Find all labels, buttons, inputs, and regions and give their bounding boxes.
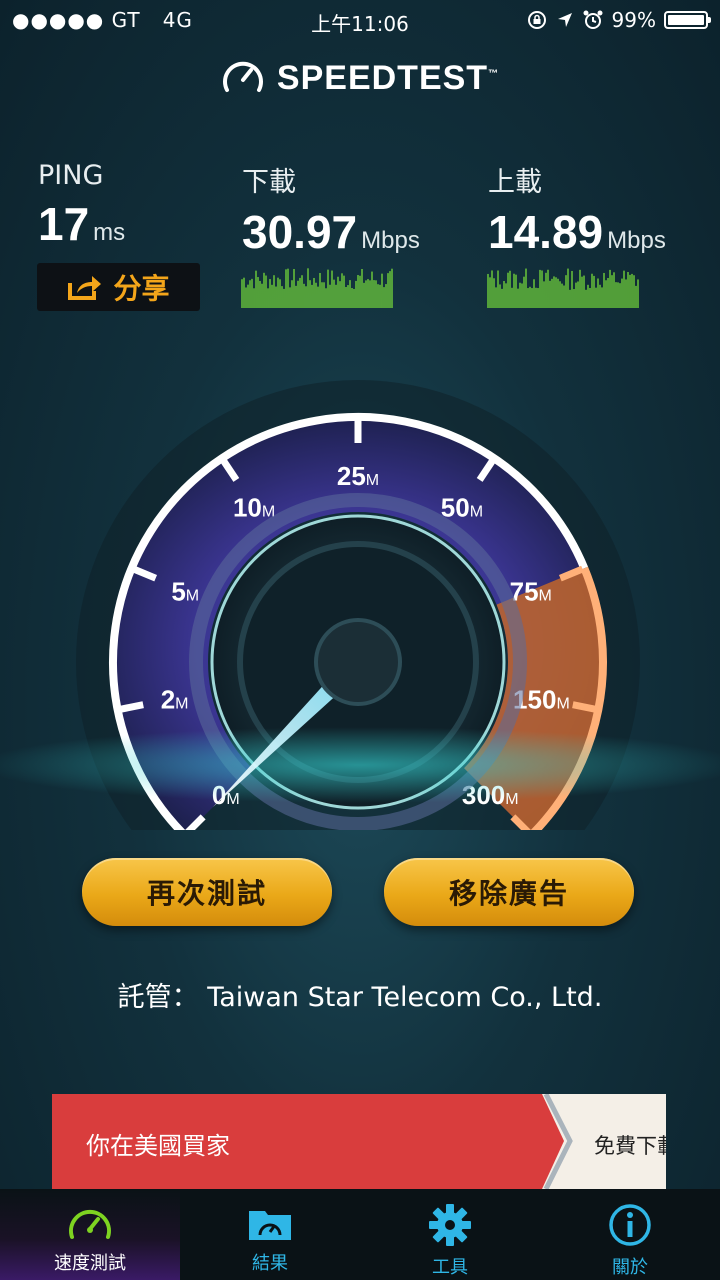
ping-value: 17 ms — [38, 198, 126, 250]
host-info: 託管： Taiwan Star Telecom Co., Ltd. — [0, 975, 720, 1014]
battery-percent: 99% — [611, 8, 656, 32]
tab-results[interactable]: 結果 — [180, 1189, 360, 1280]
share-icon — [68, 276, 102, 300]
results-folder-icon — [249, 1211, 291, 1240]
retest-button[interactable]: 再次測試 — [82, 858, 332, 926]
host-name: Taiwan Star Telecom Co., Ltd. — [207, 982, 603, 1013]
upload-metric: 上載 14.89 Mbps — [488, 160, 666, 255]
remove-ads-button[interactable]: 移除廣告 — [384, 858, 634, 926]
download-unit: Mbps — [361, 227, 420, 254]
speedtest-logo: SPEEDTEST™ — [0, 58, 720, 98]
ping-metric: PING 17 ms — [38, 160, 125, 247]
ping-unit: ms — [93, 219, 126, 246]
status-bar: ●●●●● GT 4G 上午11:06 99% — [0, 0, 720, 40]
tab-tools[interactable]: 工具 — [360, 1189, 540, 1280]
tab-label: 結果 — [252, 1253, 288, 1274]
gauge-tick — [572, 701, 598, 713]
share-label: 分享 — [113, 272, 170, 305]
location-icon — [557, 13, 572, 27]
tab-speed-test[interactable]: 速度測試 — [0, 1189, 180, 1280]
tab-label: 工具 — [432, 1257, 468, 1278]
rotation-lock-icon — [527, 11, 546, 29]
ad-text: 你在美國買家 — [86, 1132, 230, 1160]
upload-unit: Mbps — [607, 227, 666, 254]
info-icon — [609, 1204, 651, 1246]
battery-icon — [664, 11, 711, 29]
download-metric: 下載 30.97 Mbps — [242, 160, 420, 255]
ping-label: PING — [38, 160, 104, 191]
tab-bar: 速度測試 結果 工具 關於 — [0, 1189, 720, 1280]
download-label: 下載 — [242, 167, 296, 198]
upload-sparkline — [487, 268, 639, 308]
alarm-icon — [583, 10, 603, 29]
host-label: 託管： — [117, 982, 199, 1013]
gear-icon — [429, 1204, 471, 1246]
status-right: 99% — [526, 8, 711, 32]
upload-value: 14.89 Mbps — [488, 206, 666, 258]
ad-cta-button[interactable]: 免費下載 — [594, 1130, 666, 1160]
download-value: 30.97 Mbps — [242, 206, 420, 258]
speedometer-icon — [69, 1209, 111, 1239]
tab-about[interactable]: 關於 — [540, 1189, 720, 1280]
share-button[interactable]: 分享 — [37, 263, 200, 311]
speed-gauge: 0M2M5M10M25M50M75M150M300M — [0, 380, 720, 830]
tab-label: 速度測試 — [54, 1253, 126, 1274]
download-sparkline — [241, 268, 393, 308]
upload-label: 上載 — [488, 167, 542, 198]
logo-text: SPEEDTEST™ — [276, 58, 500, 97]
speedometer-logo-icon — [222, 61, 263, 92]
gauge-tick — [118, 701, 144, 713]
needle-cap — [314, 618, 402, 706]
tab-label: 關於 — [612, 1257, 648, 1278]
ad-banner[interactable]: 你在美國買家 免費下載 — [52, 1094, 666, 1189]
wave-glow — [0, 727, 720, 803]
